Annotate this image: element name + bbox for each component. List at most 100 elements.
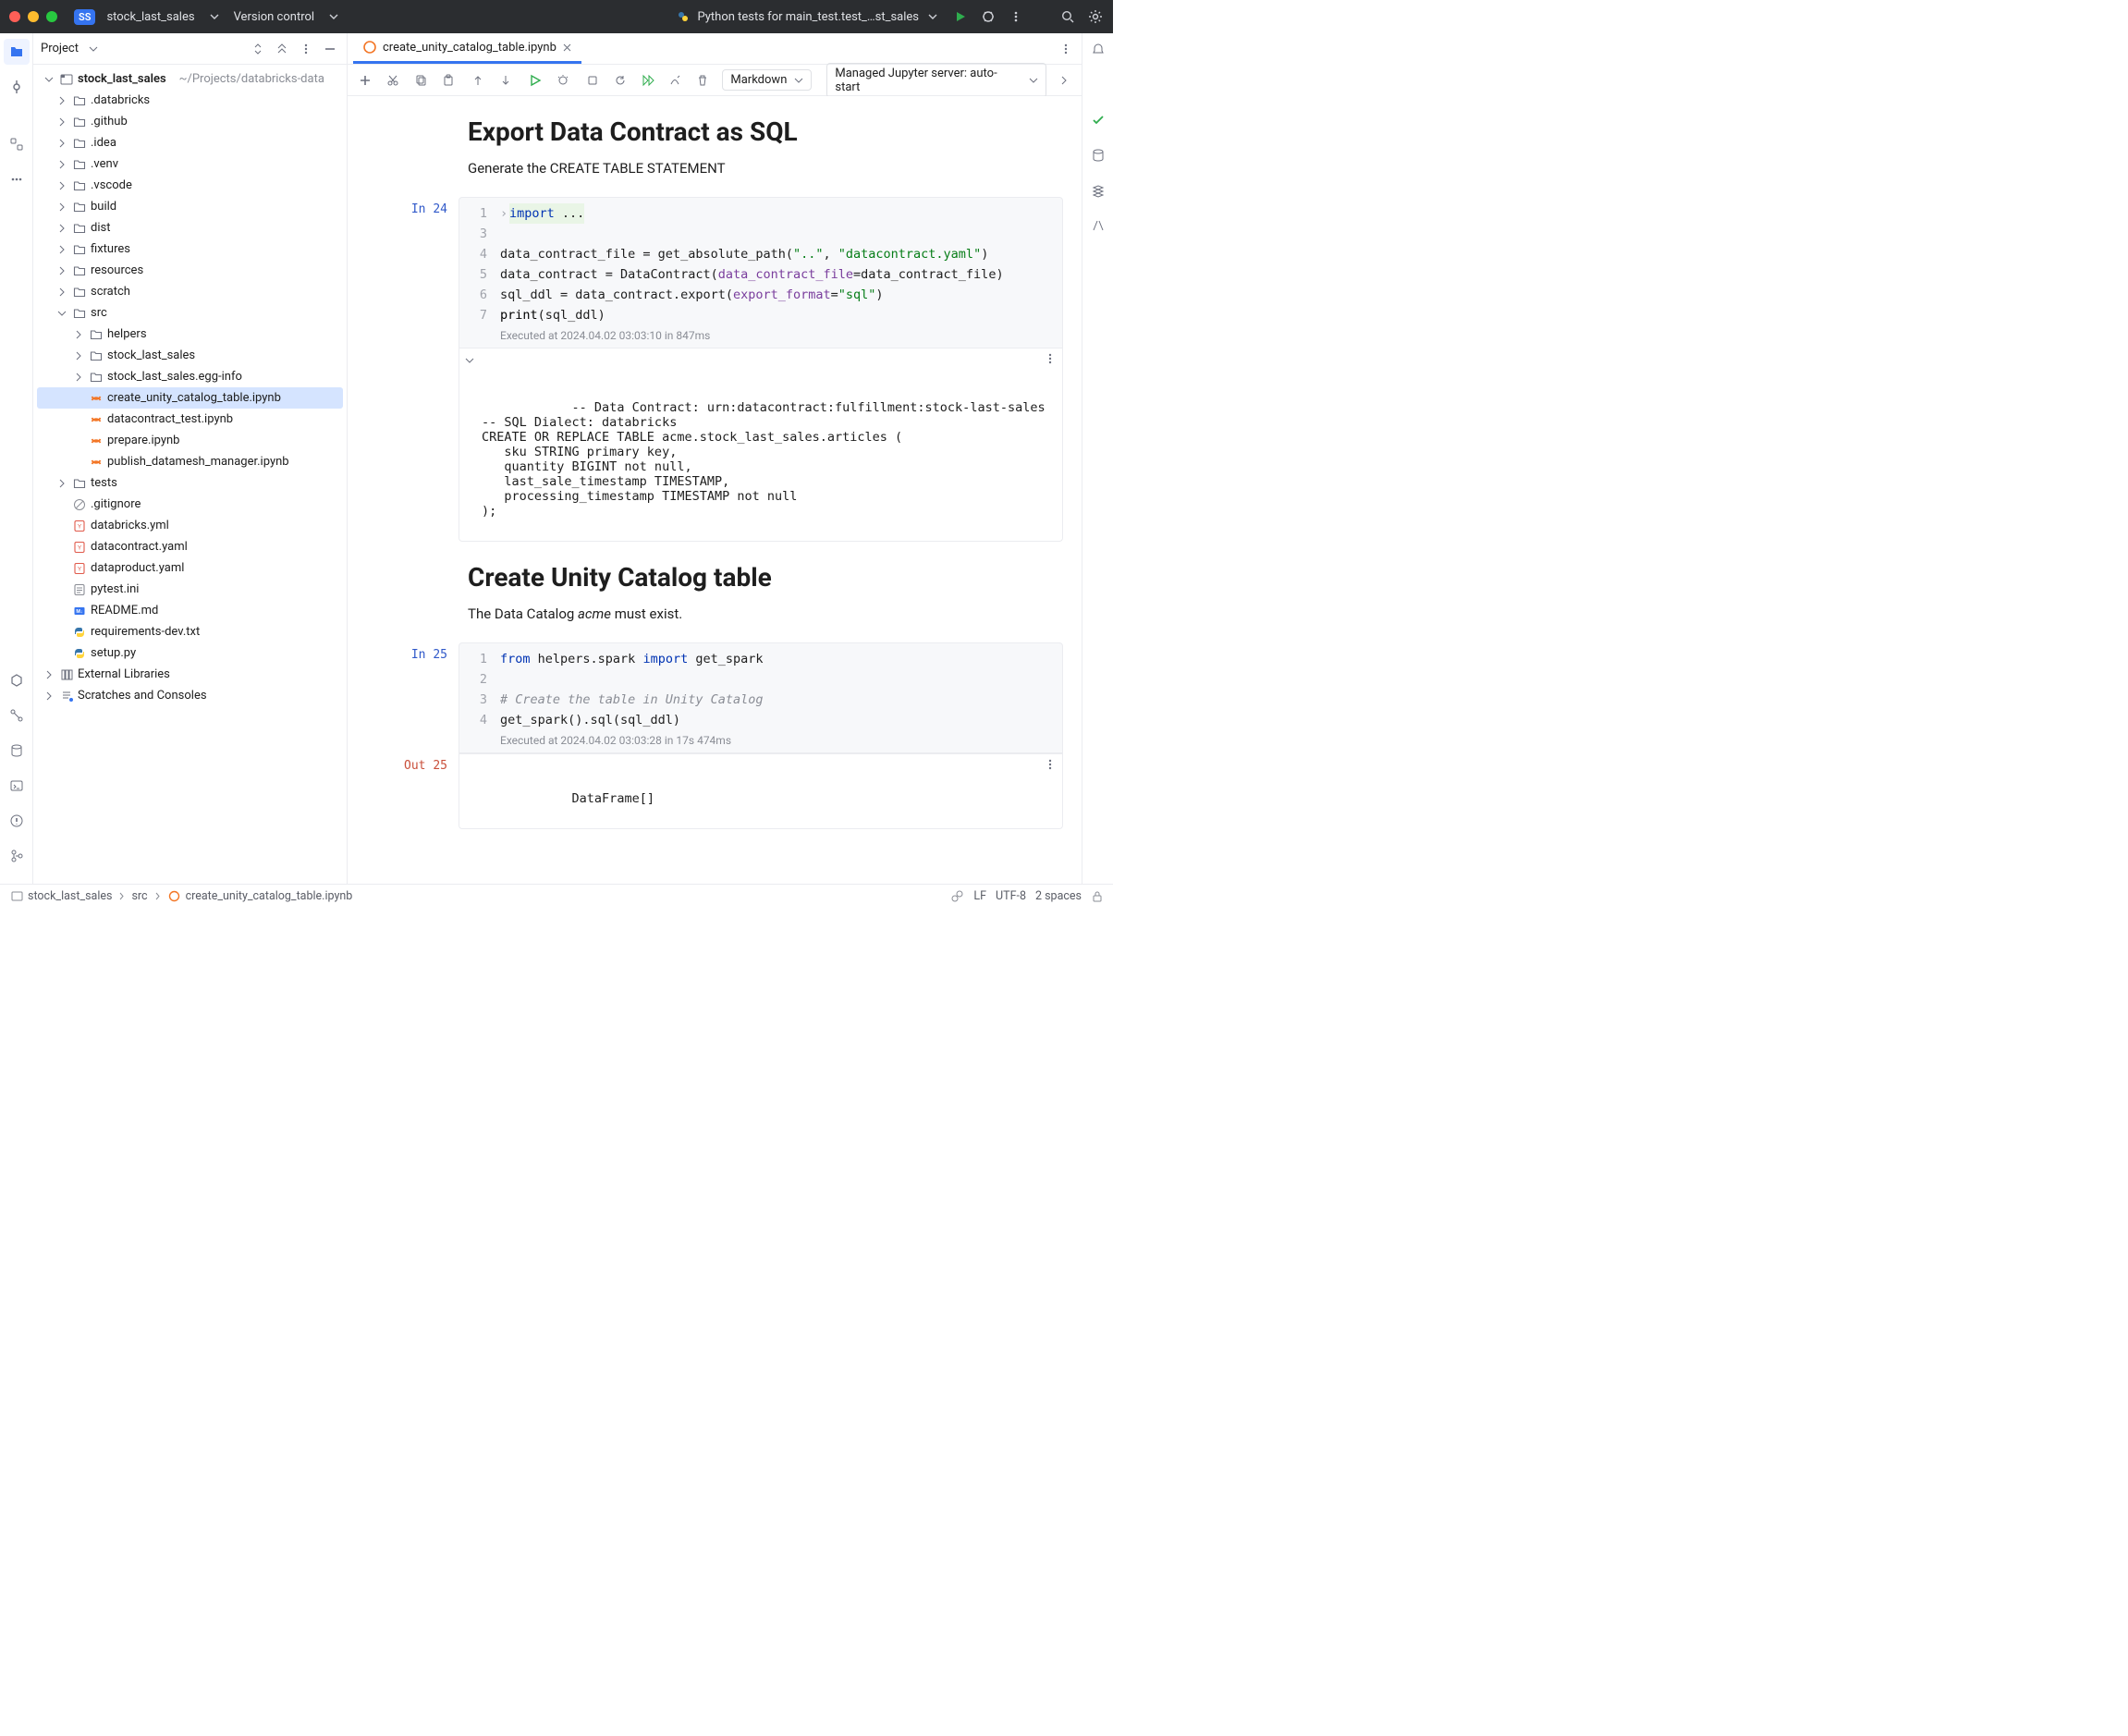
notifications-icon[interactable] — [1087, 39, 1109, 61]
minimize-window-icon[interactable] — [28, 11, 39, 22]
problems-tool-button[interactable] — [4, 808, 30, 834]
cut-icon[interactable] — [383, 70, 403, 91]
tree-item[interactable]: .gitignore — [33, 494, 347, 515]
select-opened-file-icon[interactable] — [249, 40, 267, 58]
tree-item[interactable]: requirements-dev.txt — [33, 621, 347, 642]
tree-item[interactable]: create_unity_catalog_table.ipynb — [37, 387, 343, 409]
fold-output-icon[interactable] — [465, 356, 474, 365]
code-editor[interactable]: 1›import ... 3 4data_contract_file = get… — [459, 197, 1063, 348]
python-packages-button[interactable] — [4, 667, 30, 693]
tree-item[interactable]: Ydatabricks.yml — [33, 515, 347, 536]
clear-outputs-icon[interactable] — [665, 70, 685, 91]
project-tree[interactable]: stock_last_sales ~/Projects/databricks-d… — [33, 65, 347, 884]
chevron-right-icon[interactable] — [43, 668, 55, 681]
search-icon[interactable] — [1059, 8, 1076, 25]
tree-item[interactable]: tests — [33, 472, 347, 494]
tree-item[interactable]: .idea — [33, 132, 347, 153]
tree-item[interactable]: setup.py — [33, 642, 347, 664]
close-icon[interactable] — [562, 43, 572, 53]
more-icon[interactable] — [1008, 8, 1024, 25]
run-all-icon[interactable] — [638, 70, 658, 91]
check-icon[interactable] — [1087, 109, 1109, 131]
tree-item[interactable]: Ydataproduct.yaml — [33, 557, 347, 579]
tree-item[interactable]: scratch — [33, 281, 347, 302]
move-up-icon[interactable] — [468, 70, 488, 91]
cell-type-dropdown[interactable]: Markdown — [722, 69, 812, 91]
copy-icon[interactable] — [410, 70, 431, 91]
chevron-right-icon[interactable] — [55, 264, 68, 277]
add-cell-icon[interactable] — [355, 70, 375, 91]
markdown-cell[interactable]: Create Unity Catalog table The Data Cata… — [366, 551, 1063, 631]
chevron-down-icon[interactable] — [206, 8, 223, 25]
more-tool-button[interactable] — [4, 166, 30, 192]
status-eol[interactable]: LF — [973, 889, 986, 903]
maximize-window-icon[interactable] — [46, 11, 57, 22]
breadcrumb-item[interactable]: stock_last_sales — [9, 889, 112, 904]
breadcrumb-item[interactable]: src — [131, 889, 147, 903]
status-link-icon[interactable] — [950, 889, 964, 903]
tree-item[interactable]: build — [33, 196, 347, 217]
more-icon[interactable] — [1056, 39, 1076, 59]
version-control-menu[interactable]: Version control — [234, 10, 315, 24]
breadcrumbs[interactable]: stock_last_sales src create_unity_catalo… — [9, 889, 352, 904]
more-icon[interactable] — [1044, 758, 1057, 771]
kernel-selector[interactable]: Managed Jupyter server: auto-start — [826, 63, 1046, 98]
chevron-right-icon[interactable] — [55, 477, 68, 490]
chevron-down-icon[interactable] — [55, 307, 68, 320]
chevron-right-icon[interactable] — [72, 349, 85, 362]
tree-item[interactable]: Ydatacontract.yaml — [33, 536, 347, 557]
chevron-right-icon[interactable] — [55, 158, 68, 171]
chevron-down-icon[interactable] — [43, 73, 55, 86]
chevron-down-icon[interactable] — [84, 40, 103, 58]
database-icon[interactable] — [1087, 144, 1109, 166]
tree-item[interactable]: stock_last_sales — [33, 345, 347, 366]
databricks-icon[interactable] — [1087, 179, 1109, 202]
tree-item[interactable]: .vscode — [33, 175, 347, 196]
tree-item[interactable]: prepare.ipynb — [33, 430, 347, 451]
tree-item[interactable]: stock_last_sales.egg-info — [33, 366, 347, 387]
chevron-down-icon[interactable] — [325, 8, 342, 25]
more-icon[interactable] — [1044, 352, 1057, 365]
run-icon[interactable] — [952, 8, 969, 25]
chevron-right-icon[interactable] — [55, 201, 68, 214]
more-icon[interactable] — [297, 40, 315, 58]
code-editor[interactable]: 1from helpers.spark import get_spark 2 3… — [459, 642, 1063, 753]
chevron-right-icon[interactable] — [55, 222, 68, 235]
code-cell[interactable]: In 24 1›import ... 3 4data_contract_file… — [366, 197, 1063, 542]
chevron-right-icon[interactable] — [55, 137, 68, 150]
collapse-all-icon[interactable] — [273, 40, 291, 58]
chevron-right-icon[interactable] — [55, 116, 68, 128]
debug-icon[interactable] — [980, 8, 997, 25]
tree-item[interactable]: helpers — [33, 324, 347, 345]
markdown-cell[interactable]: Export Data Contract as SQL Generate the… — [366, 105, 1063, 186]
tree-scratches[interactable]: Scratches and Consoles — [33, 685, 347, 706]
tree-root[interactable]: stock_last_sales ~/Projects/databricks-d… — [33, 68, 347, 90]
editor-tab-active[interactable]: create_unity_catalog_table.ipynb — [353, 33, 581, 64]
commit-tool-button[interactable] — [4, 74, 30, 100]
cell-output[interactable]: -- Data Contract: urn:datacontract:fulfi… — [459, 348, 1063, 542]
move-down-icon[interactable] — [495, 70, 516, 91]
lock-icon[interactable] — [1091, 890, 1104, 903]
terminal-tool-button[interactable] — [4, 773, 30, 799]
restart-icon[interactable] — [610, 70, 630, 91]
tree-item[interactable]: .databricks — [33, 90, 347, 111]
tree-item[interactable]: M↓README.md — [33, 600, 347, 621]
project-panel-title[interactable]: Project — [41, 42, 79, 55]
delete-cell-icon[interactable] — [692, 70, 713, 91]
tree-external-libs[interactable]: External Libraries — [33, 664, 347, 685]
tree-item[interactable]: .venv — [33, 153, 347, 175]
tree-item[interactable]: fixtures — [33, 238, 347, 260]
chevron-right-icon[interactable] — [1054, 70, 1074, 91]
hide-panel-icon[interactable] — [321, 40, 339, 58]
tree-item[interactable]: pytest.ini — [33, 579, 347, 600]
project-name[interactable]: stock_last_sales — [106, 10, 194, 24]
tree-item[interactable]: src — [33, 302, 347, 324]
database-tool-button[interactable] — [4, 738, 30, 764]
services-tool-button[interactable] — [4, 703, 30, 728]
notebook-body[interactable]: Export Data Contract as SQL Generate the… — [348, 96, 1082, 884]
debug-cell-icon[interactable] — [553, 70, 573, 91]
chevron-right-icon[interactable] — [55, 94, 68, 107]
chevron-right-icon[interactable] — [55, 286, 68, 299]
paste-icon[interactable] — [438, 70, 459, 91]
chevron-right-icon[interactable] — [43, 690, 55, 703]
